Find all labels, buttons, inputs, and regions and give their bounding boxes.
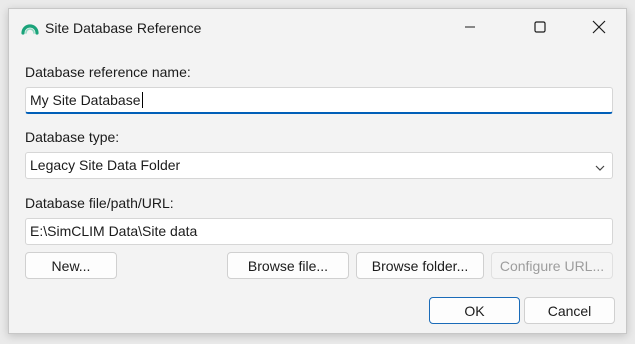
database-type-selected: Legacy Site Data Folder [30,157,181,173]
minimize-button[interactable] [447,9,493,47]
chevron-down-icon [594,160,606,171]
app-arc-icon [21,21,39,37]
maximize-button[interactable] [517,9,563,47]
window-title: Site Database Reference [45,20,202,36]
site-database-reference-dialog: Site Database Reference Database referen… [8,8,627,334]
cancel-button[interactable]: Cancel [524,297,615,324]
close-button[interactable] [576,9,622,47]
minimize-icon [464,20,476,36]
close-icon [592,20,606,37]
ok-button[interactable]: OK [429,297,520,324]
maximize-icon [534,20,546,36]
title-bar[interactable]: Site Database Reference [9,9,626,47]
database-type-dropdown[interactable]: Legacy Site Data Folder [25,152,613,179]
database-name-label: Database reference name: [25,64,191,80]
browse-folder-button[interactable]: Browse folder... [356,252,484,279]
database-path-input[interactable]: E:\SimCLIM Data\Site data [25,218,613,245]
text-caret [141,92,143,108]
database-name-input[interactable]: My Site Database [25,87,613,114]
configure-url-button[interactable]: Configure URL... [491,252,613,279]
database-name-value: My Site Database [30,92,141,108]
database-path-label: Database file/path/URL: [25,195,174,211]
new-button[interactable]: New... [25,252,117,279]
database-path-value: E:\SimCLIM Data\Site data [30,223,198,239]
browse-file-button[interactable]: Browse file... [227,252,349,279]
database-type-label: Database type: [25,129,120,145]
